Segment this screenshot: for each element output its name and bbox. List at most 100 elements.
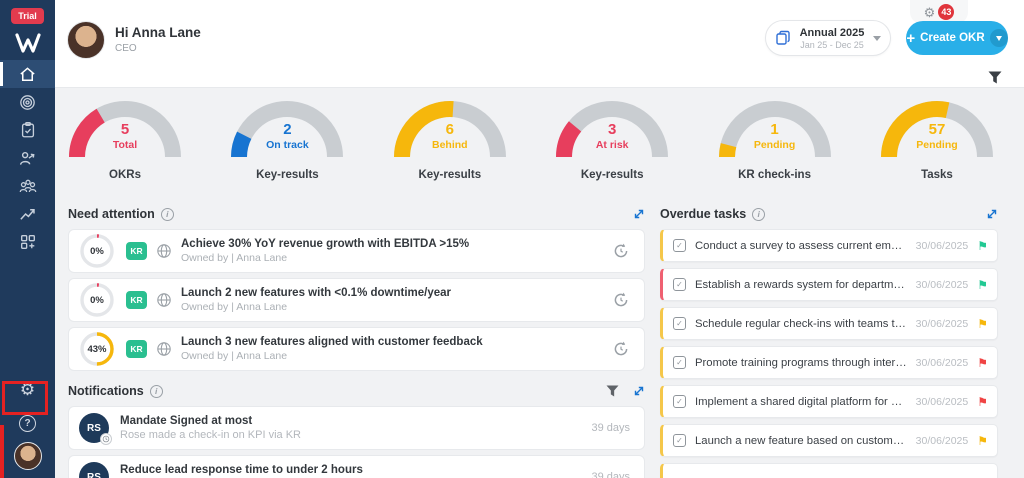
target-icon xyxy=(18,93,37,112)
line-chart-icon xyxy=(18,205,37,224)
user-avatar[interactable] xyxy=(67,21,105,59)
need-attention-header: Need attention i xyxy=(68,206,645,222)
filter-icon[interactable] xyxy=(988,71,1002,84)
info-icon[interactable]: i xyxy=(752,208,765,221)
check-in-icon[interactable] xyxy=(612,340,630,358)
chevron-down-icon xyxy=(996,36,1002,41)
sidebar-item-home[interactable] xyxy=(0,60,55,88)
greeting-text: Hi Anna Lane xyxy=(115,25,201,40)
create-okr-dropdown[interactable] xyxy=(990,29,1008,47)
gauge-values: 6 Behind xyxy=(388,121,512,151)
notification-item[interactable]: RS Mandate Signed at most Rose made a ch… xyxy=(68,406,645,450)
profile-avatar[interactable] xyxy=(14,442,42,470)
task-row[interactable]: ✓ Launch a new feature based on customer… xyxy=(660,424,998,457)
section-title: Need attention xyxy=(68,207,155,221)
gauge-kr-behind[interactable]: 6 Behind Key-results xyxy=(388,99,512,181)
home-icon xyxy=(18,65,37,84)
notification-item[interactable]: RS Reduce lead response time to under 2 … xyxy=(68,455,645,478)
section-title: Notifications xyxy=(68,384,144,398)
filter-icon[interactable] xyxy=(606,385,619,397)
help-button[interactable]: ? xyxy=(19,415,36,432)
flag-icon[interactable]: ⚑ xyxy=(977,435,988,447)
task-checkbox[interactable]: ✓ xyxy=(673,356,686,369)
check-in-icon[interactable] xyxy=(612,291,630,309)
create-okr-button[interactable]: + Create OKR xyxy=(906,21,1008,55)
flag-icon[interactable]: ⚑ xyxy=(977,357,988,369)
task-row[interactable]: ✓ Schedule regular check-ins with teams … xyxy=(660,307,998,340)
sidebar-item-apps[interactable] xyxy=(0,228,55,256)
need-attention-item[interactable]: 43% KR Launch 3 new features aligned wit… xyxy=(68,327,645,371)
clipboard-check-icon xyxy=(19,121,37,139)
check-in-icon[interactable] xyxy=(612,242,630,260)
greeting-block: Hi Anna Lane CEO xyxy=(115,25,201,54)
task-checkbox[interactable]: ✓ xyxy=(673,395,686,408)
task-row[interactable]: ✓ Implement a shared digital platform fo… xyxy=(660,385,998,418)
need-attention-item[interactable]: 0% KR Launch 2 new features with <0.1% d… xyxy=(68,278,645,322)
section-title: Overdue tasks xyxy=(660,207,746,221)
progress-ring: 0% xyxy=(79,282,115,318)
gauge-tasks-pending[interactable]: 57 Pending Tasks xyxy=(875,99,999,181)
globe-icon xyxy=(156,341,172,357)
period-title: Annual 2025 xyxy=(791,27,873,39)
trial-badge: Trial xyxy=(11,8,44,24)
globe-icon xyxy=(156,243,172,259)
info-icon[interactable]: i xyxy=(150,385,163,398)
sidebar-item-team[interactable] xyxy=(0,172,55,200)
team-icon xyxy=(18,177,38,196)
sidebar-item-okrs[interactable] xyxy=(0,88,55,116)
task-row[interactable]: ✓ Conduct a survey to assess current emp… xyxy=(660,229,998,262)
task-due-date: 30/06/2025 xyxy=(916,279,969,291)
flag-icon[interactable]: ⚑ xyxy=(977,318,988,330)
header: Hi Anna Lane CEO ⚙ 43 Annual 2025 Jan 25… xyxy=(55,0,1024,88)
sidebar-item-plans[interactable] xyxy=(0,116,55,144)
gauge-kr-checkins-pending[interactable]: 1 Pending KR check-ins xyxy=(713,99,837,181)
notifications-section: Notifications i RS Mandate Signed at mos… xyxy=(68,383,645,478)
sidebar-bottom: ⚙ ? xyxy=(0,373,55,478)
gauge-kr-at-risk[interactable]: 3 At risk Key-results xyxy=(550,99,674,181)
plus-icon: + xyxy=(906,31,915,46)
expand-icon[interactable] xyxy=(633,385,645,397)
need-attention-item[interactable]: 0% KR Achieve 30% YoY revenue growth wit… xyxy=(68,229,645,273)
task-due-date: 30/06/2025 xyxy=(916,357,969,369)
notification-avatar: RS xyxy=(79,462,109,478)
gauge-values: 3 At risk xyxy=(550,121,674,151)
settings-button[interactable]: ⚙ xyxy=(20,373,35,405)
item-texts: Achieve 30% YoY revenue growth with EBIT… xyxy=(181,238,602,264)
task-due-date: 30/06/2025 xyxy=(916,435,969,447)
gauge-kr-on-track[interactable]: 2 On track Key-results xyxy=(225,99,349,181)
flag-icon[interactable]: ⚑ xyxy=(977,240,988,252)
kr-badge: KR xyxy=(126,242,147,260)
task-row-partial[interactable] xyxy=(660,463,998,478)
weekdone-logo-icon xyxy=(15,30,41,56)
task-checkbox[interactable]: ✓ xyxy=(673,317,686,330)
period-selector[interactable]: Annual 2025 Jan 25 - Dec 25 xyxy=(765,20,891,56)
expand-icon[interactable] xyxy=(986,208,998,220)
gauge-values: 5 Total xyxy=(63,121,187,151)
sidebar-item-performance[interactable] xyxy=(0,144,55,172)
sidebar-item-reports[interactable] xyxy=(0,200,55,228)
task-row[interactable]: ✓ Establish a rewards system for departm… xyxy=(660,268,998,301)
task-due-date: 30/06/2025 xyxy=(916,240,969,252)
notification-count-badge: 43 xyxy=(938,4,954,20)
task-checkbox[interactable]: ✓ xyxy=(673,434,686,447)
sidebar: Trial ⚙ ? xyxy=(0,0,55,478)
gauge-values: 1 Pending xyxy=(713,121,837,151)
expand-icon[interactable] xyxy=(633,208,645,220)
progress-ring: 43% xyxy=(79,331,115,367)
gauge-okrs-total[interactable]: 5 Total OKRs xyxy=(63,99,187,181)
overdue-tasks-header: Overdue tasks i xyxy=(660,206,998,222)
task-checkbox[interactable]: ✓ xyxy=(673,278,686,291)
item-texts: Launch 2 new features with <0.1% downtim… xyxy=(181,287,602,313)
task-row[interactable]: ✓ Promote training programs through inte… xyxy=(660,346,998,379)
notification-age: 39 days xyxy=(591,422,630,434)
gear-icon: ⚙ xyxy=(924,6,936,19)
create-okr-label: Create OKR xyxy=(920,32,985,44)
user-role: CEO xyxy=(115,43,201,54)
kr-badge: KR xyxy=(126,291,147,309)
notification-avatar: RS xyxy=(79,413,109,443)
flag-icon[interactable]: ⚑ xyxy=(977,396,988,408)
task-checkbox[interactable]: ✓ xyxy=(673,239,686,252)
summary-gauges: 5 Total OKRs 2 On track Key-results 6 Be… xyxy=(63,99,999,181)
info-icon[interactable]: i xyxy=(161,208,174,221)
flag-icon[interactable]: ⚑ xyxy=(977,279,988,291)
